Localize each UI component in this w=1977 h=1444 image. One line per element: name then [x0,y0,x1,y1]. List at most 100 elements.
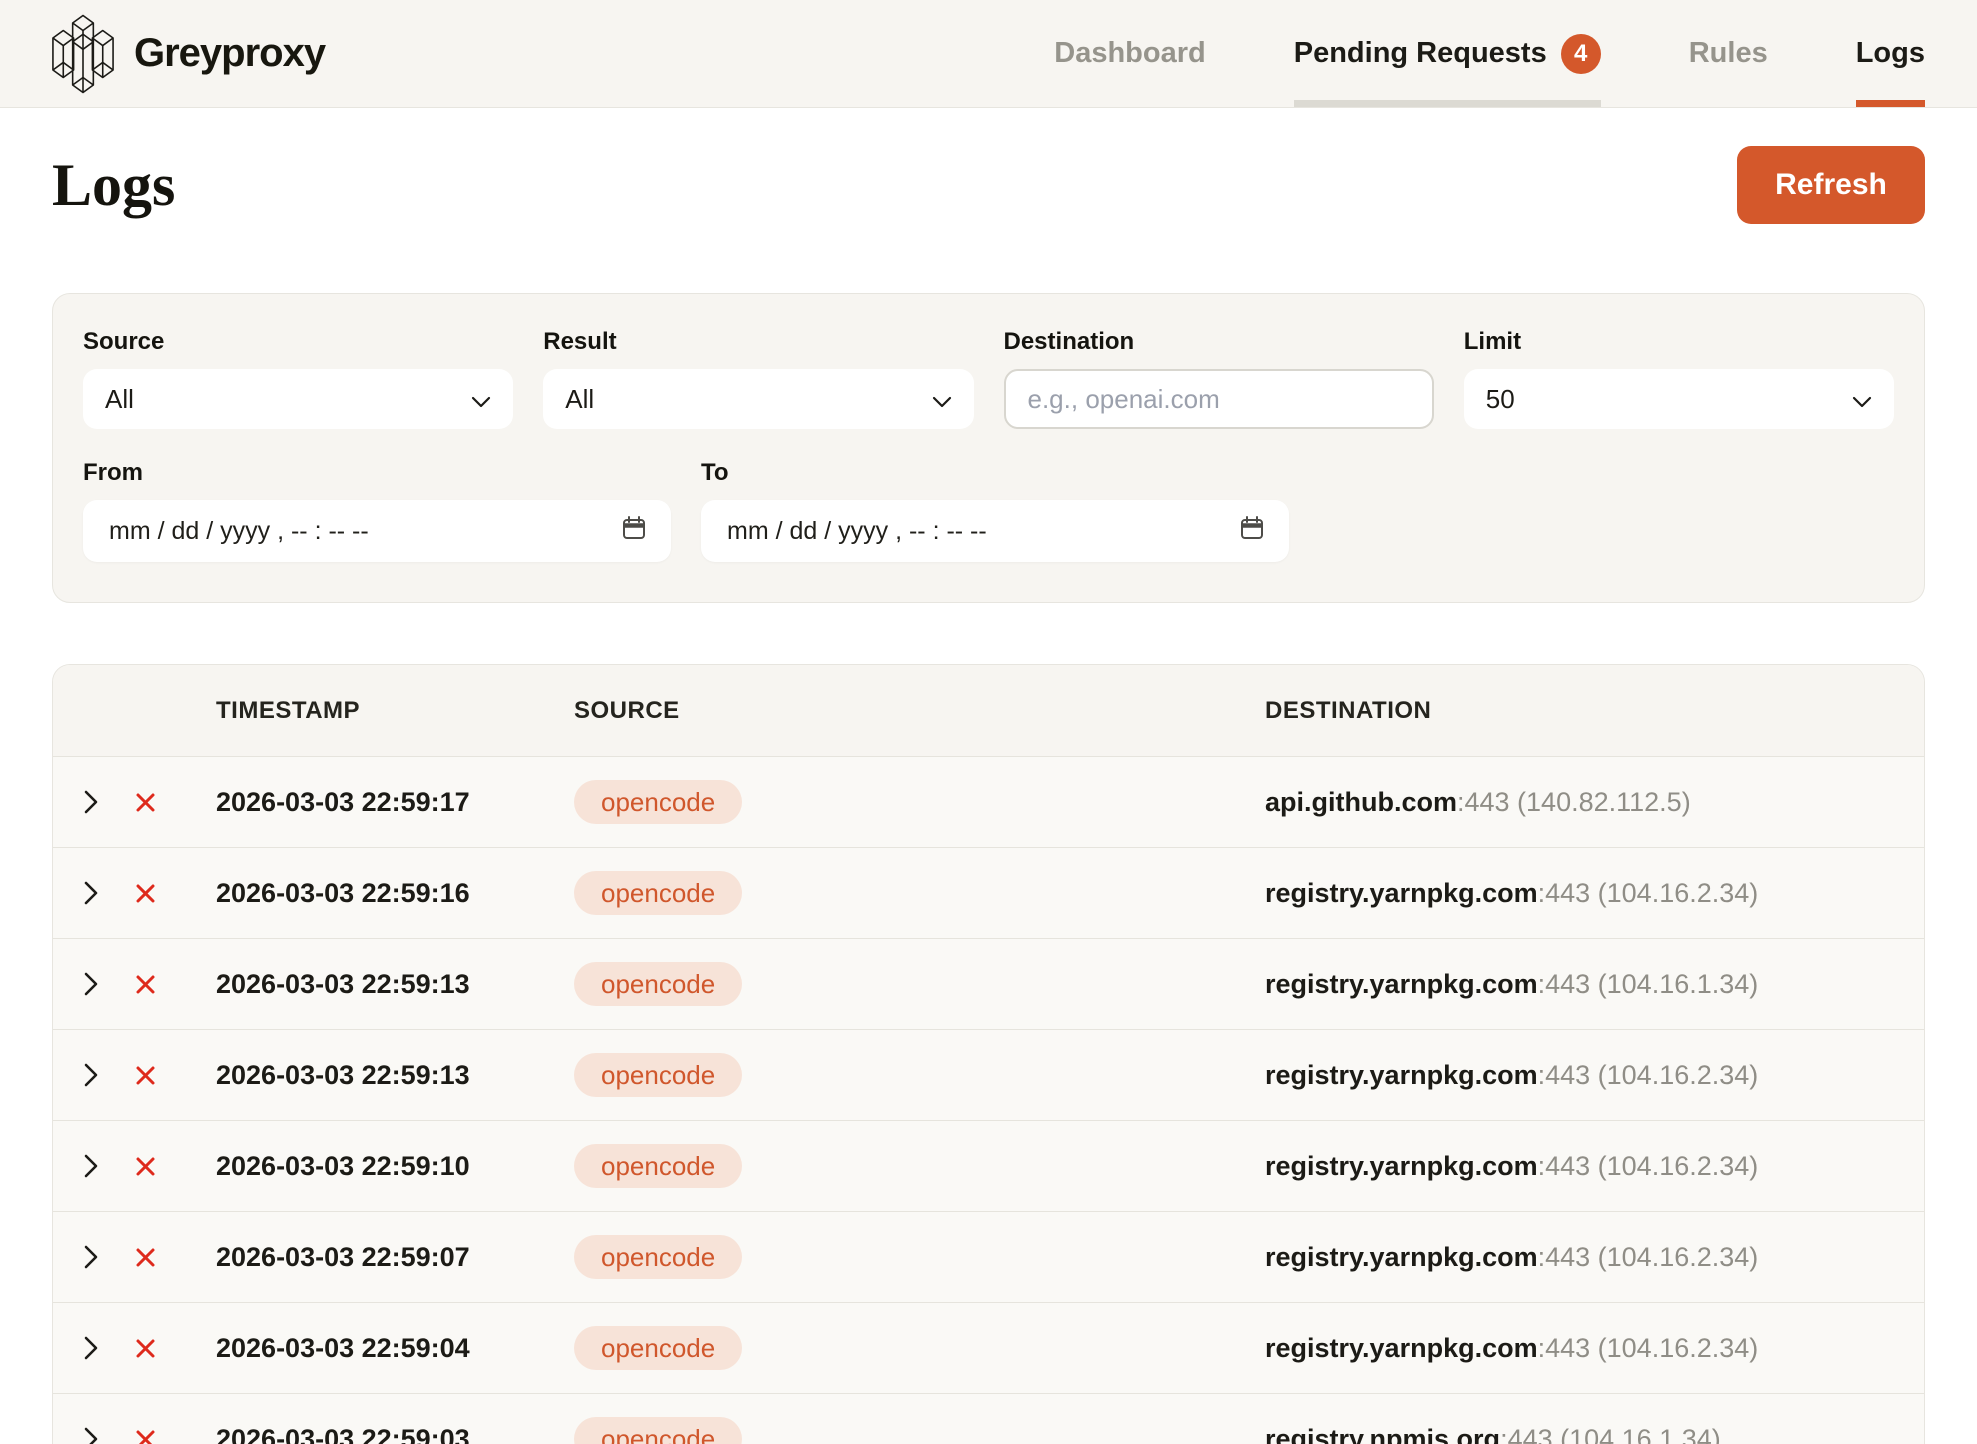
table-row: 2026-03-03 22:59:07 opencode registry.ya… [53,1211,1924,1302]
source-badge: opencode [574,1144,742,1188]
source-filter: Source All [83,328,513,429]
page-head: Logs Refresh [52,146,1925,224]
nav-item-rules[interactable]: Rules [1689,0,1768,107]
row-destination: registry.yarnpkg.com:443 (104.16.2.34) [1239,1060,1894,1091]
source-badge: opencode [574,1326,742,1370]
row-timestamp: 2026-03-03 22:59:13 [216,1060,470,1090]
chevron-down-icon [932,384,952,415]
from-label: From [83,459,671,487]
delete-row-button[interactable] [135,1030,191,1120]
expand-row-button[interactable] [83,1303,135,1393]
nav-item-pending-requests[interactable]: Pending Requests 4 [1294,0,1601,107]
calendar-icon[interactable] [621,515,647,548]
table-row: 2026-03-03 22:59:10 opencode registry.ya… [53,1120,1924,1211]
row-destination: api.github.com:443 (140.82.112.5) [1239,787,1894,818]
limit-select[interactable]: 50 [1464,369,1894,429]
row-destination: registry.yarnpkg.com:443 (104.16.2.34) [1239,1242,1894,1273]
delete-row-button[interactable] [135,1212,191,1302]
nav-item-logs[interactable]: Logs [1856,0,1925,107]
delete-row-button[interactable] [135,1303,191,1393]
table-row: 2026-03-03 22:59:03 opencode registry.np… [53,1393,1924,1444]
brand: Greyproxy [52,13,325,95]
nav-item-label: Rules [1689,37,1768,70]
expand-row-button[interactable] [83,757,135,847]
row-timestamp: 2026-03-03 22:59:13 [216,969,470,999]
row-timestamp: 2026-03-03 22:59:17 [216,787,470,817]
source-badge: opencode [574,1053,742,1097]
brand-name: Greyproxy [134,31,325,76]
chevron-down-icon [471,384,491,415]
column-header-timestamp: TIMESTAMP [191,697,547,725]
source-badge: opencode [574,1235,742,1279]
row-timestamp: 2026-03-03 22:59:10 [216,1151,470,1181]
filters-panel: Source All Result All Destinat [52,293,1925,603]
page-title: Logs [52,151,175,220]
nav-item-dashboard[interactable]: Dashboard [1054,0,1205,107]
nav-item-label: Logs [1856,37,1925,70]
delete-row-button[interactable] [135,848,191,938]
table-row: 2026-03-03 22:59:16 opencode registry.ya… [53,847,1924,938]
row-timestamp: 2026-03-03 22:59:07 [216,1242,470,1272]
expand-row-button[interactable] [83,1030,135,1120]
expand-row-button[interactable] [83,848,135,938]
source-badge: opencode [574,871,742,915]
delete-row-button[interactable] [135,1394,191,1444]
from-datetime-input[interactable]: mm / dd / yyyy , -- : -- -- [83,500,671,562]
row-destination: registry.yarnpkg.com:443 (104.16.2.34) [1239,878,1894,909]
table-row: 2026-03-03 22:59:13 opencode registry.ya… [53,938,1924,1029]
to-datetime-value: mm / dd / yyyy , -- : -- -- [727,517,987,546]
app-header: Greyproxy Dashboard Pending Requests 4 R… [0,0,1977,108]
row-destination: registry.yarnpkg.com:443 (104.16.2.34) [1239,1151,1894,1182]
main-nav: Dashboard Pending Requests 4 Rules Logs [1054,0,1925,107]
to-datetime-input[interactable]: mm / dd / yyyy , -- : -- -- [701,500,1289,562]
to-label: To [701,459,1289,487]
from-filter: From mm / dd / yyyy , -- : -- -- [83,459,671,562]
row-timestamp: 2026-03-03 22:59:04 [216,1333,470,1363]
nav-item-label: Pending Requests [1294,37,1547,70]
source-select-value: All [105,384,134,415]
delete-row-button[interactable] [135,757,191,847]
table-header-row: TIMESTAMP SOURCE DESTINATION [53,665,1924,756]
logs-table: TIMESTAMP SOURCE DESTINATION 2026-03-03 … [52,664,1925,1444]
table-row: 2026-03-03 22:59:13 opencode registry.ya… [53,1029,1924,1120]
row-destination: registry.yarnpkg.com:443 (104.16.1.34) [1239,969,1894,1000]
to-filter: To mm / dd / yyyy , -- : -- -- [701,459,1289,562]
main-content: Logs Refresh Source All Result All [0,146,1977,1444]
result-label: Result [543,328,973,356]
row-destination: registry.yarnpkg.com:443 (104.16.2.34) [1239,1333,1894,1364]
destination-filter: Destination [1004,328,1434,429]
source-badge: opencode [574,962,742,1006]
column-header-source: SOURCE [547,697,1239,725]
table-row: 2026-03-03 22:59:17 opencode api.github.… [53,756,1924,847]
source-badge: opencode [574,780,742,824]
source-badge: opencode [574,1417,742,1444]
row-destination: registry.npmjs.org:443 (104.16.1.34) [1239,1424,1894,1444]
expand-row-button[interactable] [83,1121,135,1211]
result-select-value: All [565,384,594,415]
expand-row-button[interactable] [83,939,135,1029]
pending-count-badge: 4 [1561,34,1601,74]
result-filter: Result All [543,328,973,429]
chevron-down-icon [1852,384,1872,415]
result-select[interactable]: All [543,369,973,429]
column-header-destination: DESTINATION [1239,697,1894,725]
table-row: 2026-03-03 22:59:04 opencode registry.ya… [53,1302,1924,1393]
row-timestamp: 2026-03-03 22:59:03 [216,1424,470,1444]
expand-row-button[interactable] [83,1394,135,1444]
greyproxy-logo-icon [52,13,114,95]
row-timestamp: 2026-03-03 22:59:16 [216,878,470,908]
limit-label: Limit [1464,328,1894,356]
destination-label: Destination [1004,328,1434,356]
delete-row-button[interactable] [135,1121,191,1211]
limit-select-value: 50 [1486,384,1515,415]
nav-item-label: Dashboard [1054,37,1205,70]
refresh-button[interactable]: Refresh [1737,146,1925,224]
source-select[interactable]: All [83,369,513,429]
from-datetime-value: mm / dd / yyyy , -- : -- -- [109,517,369,546]
calendar-icon[interactable] [1239,515,1265,548]
expand-row-button[interactable] [83,1212,135,1302]
delete-row-button[interactable] [135,939,191,1029]
destination-input[interactable] [1004,369,1434,429]
limit-filter: Limit 50 [1464,328,1894,429]
source-label: Source [83,328,513,356]
